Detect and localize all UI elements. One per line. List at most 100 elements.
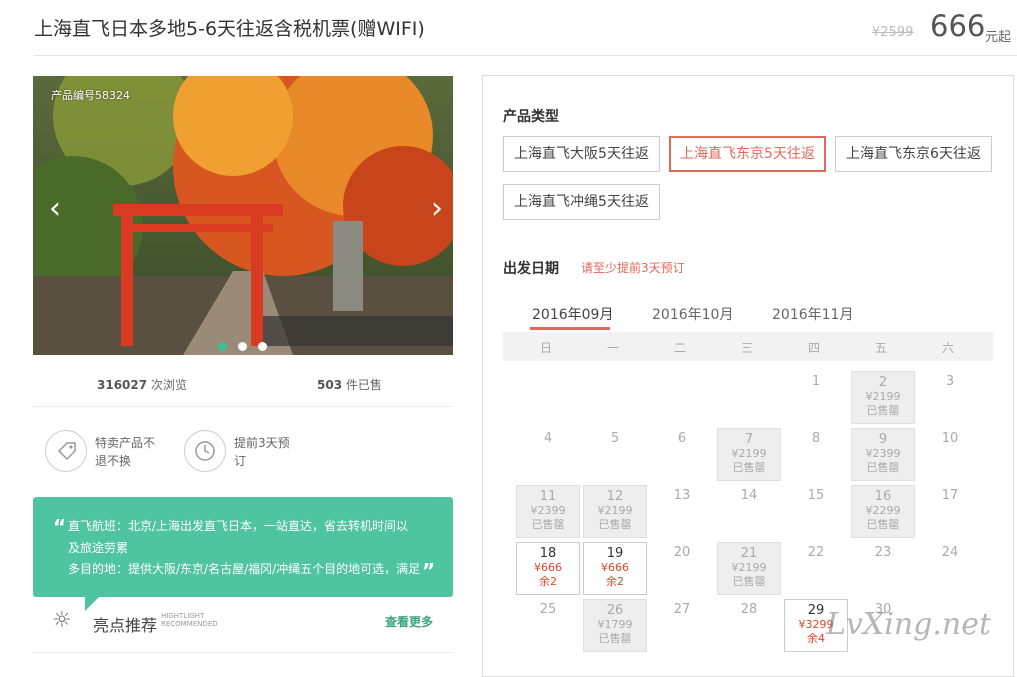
calendar-day-price: ¥2199	[597, 504, 633, 517]
booking-hint: 请至少提前3天预订	[581, 261, 685, 275]
calendar-day-sold: 21 ¥2199 已售罄	[717, 542, 781, 595]
calendar-day-sold: 11 ¥2399 已售罄	[516, 485, 580, 538]
product-type-option[interactable]: 上海直飞东京6天往返	[835, 136, 992, 172]
original-price: ¥2599	[872, 25, 914, 40]
calendar-day: 10	[918, 428, 982, 481]
calendar-day-number: 16	[874, 489, 892, 504]
calendar-day-price: ¥2299	[865, 504, 901, 517]
calendar-day-number: 19	[606, 546, 624, 561]
view-count-value: 316027	[97, 378, 148, 392]
calendar-day: 25	[516, 599, 580, 652]
calendar-day-number: 20	[673, 545, 691, 560]
calendar-day-status: 已售罄	[866, 461, 900, 474]
calendar-day-sold: 26 ¥1799 已售罄	[583, 599, 647, 652]
photo-gallery[interactable]: 产品编号58324 ‹ ›	[33, 76, 453, 355]
weekday-label: 日	[539, 341, 552, 355]
calendar-day-number: 15	[807, 488, 825, 503]
calendar-day-status: 已售罄	[598, 518, 632, 531]
calendar-day-sold: 2 ¥2199 已售罄	[851, 371, 915, 424]
month-tab-oct[interactable]: 2016年10月	[652, 304, 733, 324]
slide-dots	[218, 336, 278, 355]
calendar-day-sold: 12 ¥2199 已售罄	[583, 485, 647, 538]
calendar-day-number: 8	[811, 431, 821, 446]
active-month-indicator	[530, 327, 610, 330]
clock-icon	[184, 430, 226, 472]
slide-dot[interactable]	[258, 342, 267, 351]
calendar-day: 27	[650, 599, 714, 652]
calendar-day-number: 14	[740, 488, 758, 503]
calendar-day-price: ¥2399	[865, 447, 901, 460]
price: 666	[930, 9, 986, 43]
product-type-option-selected[interactable]: 上海直飞东京5天往返	[669, 136, 826, 172]
calendar-day-price: ¥2199	[731, 447, 767, 460]
calendar-day-number: 4	[543, 431, 553, 446]
calendar-day-price: ¥666	[601, 561, 629, 574]
recommend-sub2: RECOMMENDED	[161, 620, 218, 628]
calendar-day-number: 22	[807, 545, 825, 560]
view-count-label: 次浏览	[150, 378, 187, 392]
calendar-day: 15	[784, 485, 848, 538]
calendar-day: 28	[717, 599, 781, 652]
calendar-day-price: ¥666	[534, 561, 562, 574]
calendar-day-number: 28	[740, 602, 758, 617]
calendar-day-number: 24	[941, 545, 959, 560]
calendar-day: 6	[650, 428, 714, 481]
calendar-day-status: 已售罄	[531, 518, 565, 531]
calendar-day-price: ¥2199	[865, 390, 901, 403]
calendar-day-number: 1	[811, 374, 821, 389]
calendar-day-number: 9	[878, 432, 888, 447]
recommend-sub1: HIGHTLIGHT	[161, 612, 205, 620]
calendar-day: 14	[717, 485, 781, 538]
next-slide-arrow[interactable]: ›	[431, 194, 443, 224]
calendar-day: 4	[516, 428, 580, 481]
calendar-day-number: 6	[677, 431, 687, 446]
product-type-option[interactable]: 上海直飞大阪5天往返	[503, 136, 660, 172]
sold-count-value: 503	[317, 378, 343, 392]
calendar-day-status: 已售罄	[598, 632, 632, 645]
sold-count-label: 件已售	[345, 378, 382, 392]
recommend-divider	[33, 652, 453, 653]
month-tab-nov[interactable]: 2016年11月	[772, 304, 853, 324]
slide-dot[interactable]	[218, 342, 227, 351]
calendar-day: 17	[918, 485, 982, 538]
calendar-day-number: 17	[941, 488, 959, 503]
calendar-day-sold: 16 ¥2299 已售罄	[851, 485, 915, 538]
feature-text: 提前3天预	[234, 436, 290, 450]
calendar-day-number: 3	[945, 374, 955, 389]
slide-dot[interactable]	[238, 342, 247, 351]
see-more-link[interactable]: 查看更多	[385, 613, 433, 630]
stats-divider	[33, 406, 453, 407]
calendar-day-status: 余2	[606, 575, 624, 588]
weekday-label: 六	[941, 341, 954, 355]
calendar-day-sold: 9 ¥2399 已售罄	[851, 428, 915, 481]
weekday-label: 三	[740, 341, 753, 355]
prev-slide-arrow[interactable]: ‹	[49, 194, 61, 224]
calendar-day: 20	[650, 542, 714, 595]
calendar-day-status: 已售罄	[732, 575, 766, 588]
calendar-day-number: 27	[673, 602, 691, 617]
month-tab-sep[interactable]: 2016年09月	[532, 304, 613, 324]
product-title: 上海直飞日本多地5-6天往返含税机票(赠WIFI)	[34, 18, 425, 40]
departure-title: 出发日期	[503, 261, 559, 277]
calendar-day-avail[interactable]: 18 ¥666 余2	[516, 542, 580, 595]
recommend-subtitle: HIGHTLIGHT RECOMMENDED	[161, 612, 218, 628]
calendar-day: 13	[650, 485, 714, 538]
gallery-image	[33, 76, 453, 355]
calendar-day-number: 18	[539, 546, 557, 561]
highlight-line: 及旅途劳累	[68, 541, 129, 555]
feature-text: 订	[234, 454, 247, 468]
feature-text: 特卖产品不	[95, 436, 156, 450]
calendar-day-status: 已售罄	[732, 461, 766, 474]
weekday-header: 日 一 二 三 四 五 六	[503, 332, 993, 361]
weekday-label: 一	[606, 341, 619, 355]
calendar-day-number: 26	[606, 603, 624, 618]
booking-panel: 产品类型 上海直飞大阪5天往返 上海直飞东京5天往返 上海直飞东京6天往返 上海…	[482, 75, 1014, 677]
view-count: 316027 次浏览	[97, 376, 187, 393]
price-unit: 元起	[985, 30, 1012, 45]
calendar-day-number: 23	[874, 545, 892, 560]
calendar-day-status: 已售罄	[866, 404, 900, 417]
calendar-day-number: 12	[606, 489, 624, 504]
product-type-option[interactable]: 上海直飞冲绳5天往返	[503, 184, 660, 220]
calendar-day-avail[interactable]: 19 ¥666 余2	[583, 542, 647, 595]
calendar-day: 23	[851, 542, 915, 595]
